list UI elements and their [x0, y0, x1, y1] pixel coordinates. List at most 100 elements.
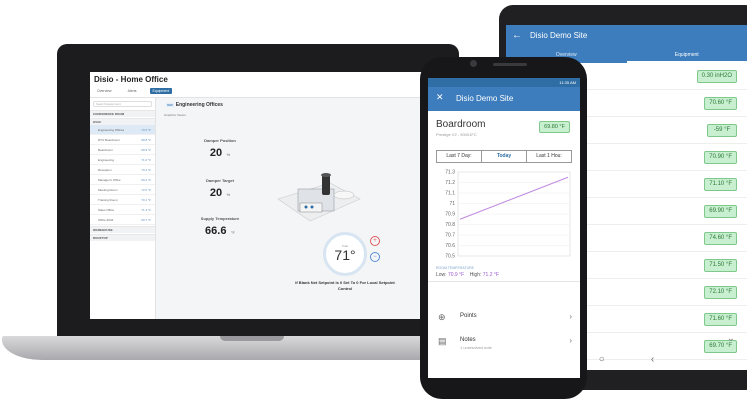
sidebar-item-value: 71.3 °F [141, 207, 151, 212]
equipment-name: Boardroom [436, 119, 486, 130]
value-badge: 0.30 inH2O [696, 70, 737, 83]
close-icon[interactable]: ✕ [436, 92, 444, 103]
y-tick-label: 70.5 [445, 254, 455, 260]
high-value: 71.2 °F [482, 272, 499, 278]
setpoint-up-button[interactable]: + [370, 236, 380, 246]
chevron-down-icon[interactable]: ⌄ [727, 333, 735, 344]
sidebar-item-value: 71.0 °F [141, 157, 151, 162]
chevron-right-icon: › [569, 336, 572, 345]
value-badge: 69.90 °F [704, 205, 737, 218]
sidebar-item[interactable]: Meeting Room 72.0 °F [90, 185, 155, 195]
setpoint-down-button[interactable]: − [370, 252, 380, 262]
value-badge: 70.60 °F [704, 97, 737, 110]
laptop-screen: Disio - Home Office Overview Alerts Equi… [90, 72, 430, 319]
sidebar-item-label: Meeting Room [98, 187, 118, 192]
notes-row[interactable]: ▤ Notes 1 unresolved note › [428, 332, 580, 352]
sidebar-item[interactable]: Engineering 71.0 °F [90, 155, 155, 165]
low-high-readout: Low: 70.9 °F High: 71.2 °F [436, 272, 499, 278]
notes-label: Notes [460, 337, 476, 343]
sidebar-item[interactable]: RTU Boardroom 68.8 °F [90, 135, 155, 145]
back-arrow-icon[interactable]: ← [512, 30, 522, 41]
sidebar-group-rooftop[interactable]: ROOFTOP [90, 234, 155, 241]
sidebar-group-conference[interactable]: CONFERENCE ROOM [90, 110, 155, 117]
sidebar-item[interactable]: Reception 70.4 °F [90, 165, 155, 175]
status-bar: 11:35 AM [428, 78, 580, 87]
points-row[interactable]: ⊕ Points › [428, 308, 580, 328]
sidebar-item-value: 68.8 °F [141, 137, 151, 142]
low-label: Low: [436, 272, 447, 278]
sidebar-item-label: Sales Office [98, 207, 115, 212]
search-input[interactable]: Search Equipment [93, 101, 152, 107]
range-today-button[interactable]: Today [482, 151, 527, 162]
sidebar-item-label: Engineering [98, 157, 115, 162]
chevron-right-icon: › [569, 312, 572, 321]
y-tick-label: 70.9 [445, 212, 455, 218]
metric-value: 20 [209, 147, 223, 159]
sidebar-item-value: 70.4 °F [141, 167, 151, 172]
laptop-header: Disio - Home Office Overview Alerts Equi… [90, 72, 430, 98]
sidebar-group-warehouse[interactable]: WAREHOUSE [90, 226, 155, 233]
tab-equipment[interactable]: Equipment [626, 49, 747, 63]
thermostat-dial[interactable]: Tstat 71° [323, 232, 367, 276]
range-last-hour-button[interactable]: Last 1 Hou: [527, 151, 571, 162]
y-tick-label: 71.3 [445, 170, 455, 176]
sidebar-item[interactable]: Manager's Office 69.2 °F [90, 175, 155, 185]
y-tick-label: 71.1 [445, 191, 455, 197]
y-tick-label: 70.8 [445, 222, 455, 228]
chart-legend: ROOM TEMPERATURE [436, 266, 474, 270]
metric-supply-temperature: Supply Temperature 66.6 °F [190, 216, 250, 239]
phone-screen: 11:35 AM ✕ Disio Demo Site Boardroom Pre… [428, 78, 580, 378]
notes-subtitle: 1 unresolved note [460, 345, 492, 350]
graphics-label: Graphics Viewer [164, 113, 186, 117]
points-label: Points [460, 313, 477, 319]
sidebar-item-label: Office #204 [98, 217, 114, 222]
sidebar-item-value: 70.5 °F [141, 127, 151, 132]
equipment-header: Boardroom Prestige V2 - 90001FC 69.80 °F [428, 111, 580, 143]
metric-damper-target: Damper Target 20 % [190, 178, 250, 201]
metric-unit: % [226, 152, 231, 157]
status-time: 11:35 AM [559, 80, 576, 85]
divider [428, 281, 580, 282]
notes-icon: ▤ [438, 336, 447, 346]
page-title: Disio - Home Office [94, 75, 168, 84]
sidebar-item-value: 69.2 °F [141, 177, 151, 182]
y-tick-label: 71 [449, 201, 455, 207]
sidebar-group-hvac[interactable]: HVAC [90, 118, 155, 125]
high-label: High: [469, 272, 482, 278]
y-tick-label: 71.2 [445, 180, 455, 186]
sidebar-item-label: Reception [98, 167, 112, 172]
value-badge: 74.60 °F [704, 232, 737, 245]
sidebar-item-label: Boardroom [98, 147, 113, 152]
metric-value: 66.6 [205, 225, 227, 237]
camera-icon [470, 60, 477, 67]
current-value-badge: 69.80 °F [539, 121, 570, 133]
equipment-subtitle: Prestige V2 - 90001FC [436, 132, 477, 137]
sidebar-item-value: 72.0 °F [141, 187, 151, 192]
home-nav-icon[interactable]: ○ [599, 354, 605, 365]
tab-overview[interactable]: Overview [94, 88, 115, 94]
time-range-selector: Last 7 Day: Today Last 1 Hou: [436, 150, 572, 163]
speaker-grille [493, 63, 527, 66]
sidebar-item[interactable]: Sales Office 71.3 °F [90, 205, 155, 215]
tab-alerts[interactable]: Alerts [125, 88, 140, 94]
back-nav-icon[interactable]: ‹ [651, 354, 654, 365]
sidebar-item[interactable]: Training Room 70.1 °F [90, 195, 155, 205]
value-badge: 72.10 °F [704, 286, 737, 299]
sidebar-item[interactable]: Engineering Offices 70.5 °F [90, 125, 155, 135]
equipment-title: VAV Engineering Offices [166, 102, 223, 108]
sidebar-item[interactable]: Office #204 69.7 °F [90, 215, 155, 225]
points-icon: ⊕ [438, 312, 446, 322]
metric-damper-position: Damper Position 20 % [190, 138, 250, 161]
setpoint-note: If Blank Net Setpoint Is 0 Set To 0 For … [295, 280, 395, 291]
sidebar-item-value: 69.7 °F [141, 217, 151, 222]
sidebar: Search Equipment CONFERENCE ROOM HVAC En… [90, 98, 156, 319]
metric-value: 20 [209, 187, 223, 199]
tab-equipment[interactable]: Equipment [149, 88, 173, 94]
value-badge: 71.10 °F [704, 178, 737, 191]
value-badge: 70.90 °F [704, 151, 737, 164]
range-last-7-days-button[interactable]: Last 7 Day: [437, 151, 482, 162]
sidebar-list: Engineering Offices 70.5 °F RTU Boardroom 6… [90, 125, 155, 225]
laptop-notch [220, 336, 284, 341]
thermostat-value: 71° [334, 247, 356, 263]
sidebar-item[interactable]: Boardroom 69.9 °F [90, 145, 155, 155]
